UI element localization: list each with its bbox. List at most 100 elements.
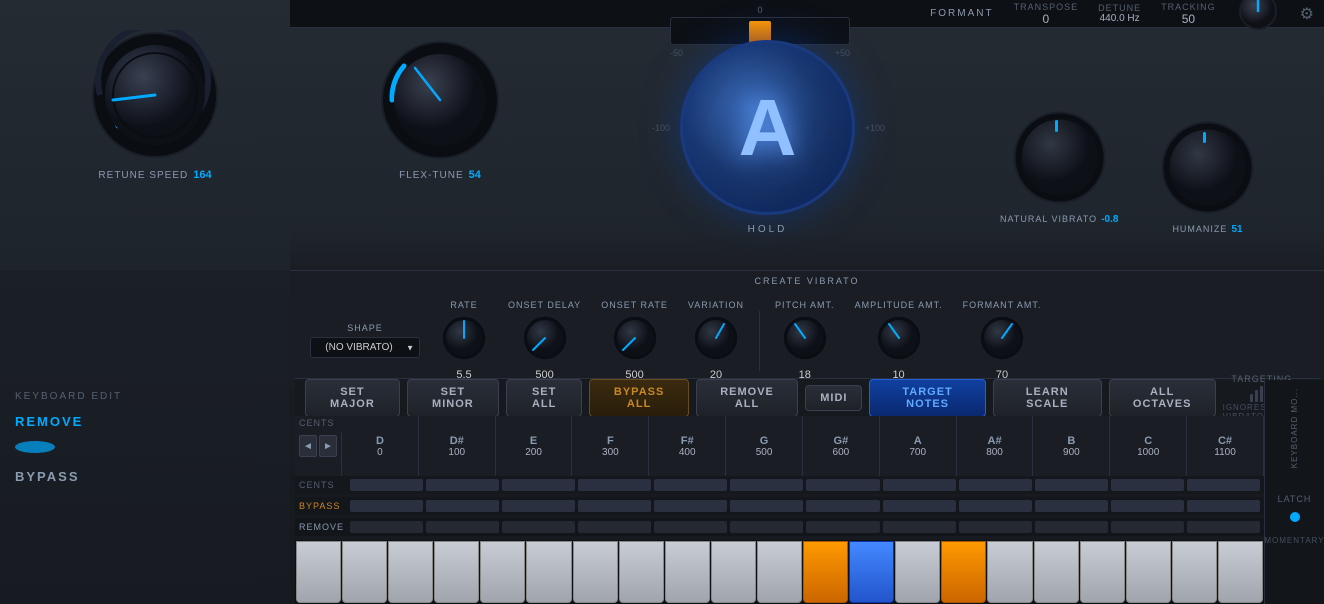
variation-knob[interactable]	[692, 314, 740, 367]
remove-cell-g[interactable]	[730, 521, 803, 533]
cents-slider-ds[interactable]	[426, 479, 499, 491]
set-major-button[interactable]: SET MAJOR	[305, 379, 400, 417]
pitch-scale-minus100: -100	[652, 123, 670, 133]
cents-slider-f[interactable]	[578, 479, 651, 491]
pitch-amt-section: PITCH AMT. 18	[765, 280, 845, 381]
all-octaves-button[interactable]: ALL OCTAVES	[1109, 379, 1216, 417]
bypass-cell-e[interactable]	[502, 500, 575, 512]
retune-speed-knob[interactable]	[90, 30, 220, 165]
remove-cell-f[interactable]	[578, 521, 651, 533]
rate-label: RATE	[450, 300, 477, 310]
white-key-g1[interactable]	[480, 541, 525, 603]
cents-slider-g[interactable]	[730, 479, 803, 491]
white-key-d1[interactable]	[342, 541, 387, 603]
pitch-meter-zero: 0	[757, 5, 762, 15]
pitch-amt-label: PITCH AMT.	[775, 300, 835, 310]
amplitude-amt-knob[interactable]	[875, 314, 923, 367]
bypass-button-left[interactable]: BYPASS	[15, 469, 275, 484]
remove-cell-c[interactable]	[1111, 521, 1184, 533]
bypass-all-button[interactable]: BYPASS ALL	[589, 379, 688, 417]
white-key-g2-orange[interactable]	[803, 541, 848, 603]
bypass-cell-fs[interactable]	[654, 500, 727, 512]
white-key-e1[interactable]	[388, 541, 433, 603]
onset-delay-label: ONSET DELAY	[508, 300, 581, 310]
shape-dropdown[interactable]: (NO VIBRATO) ▼	[310, 337, 420, 358]
nav-left-arrow[interactable]: ◄	[299, 435, 317, 457]
flex-tune-label: FLEX-TUNE	[399, 170, 464, 181]
learn-scale-button[interactable]: LEARN SCALE	[993, 379, 1102, 417]
note-d-cell: D 0	[341, 416, 418, 476]
pitch-knob-large[interactable]: A	[680, 40, 855, 215]
cents-slider-d[interactable]	[350, 479, 423, 491]
flex-tune-knob[interactable]	[380, 40, 500, 165]
bypass-cell-g[interactable]	[730, 500, 803, 512]
white-key-c1[interactable]	[296, 541, 341, 603]
bypass-cell-as[interactable]	[959, 500, 1032, 512]
white-key-f3[interactable]	[1080, 541, 1125, 603]
white-key-a1[interactable]	[526, 541, 571, 603]
white-key-b2[interactable]	[895, 541, 940, 603]
remove-cell-gs[interactable]	[806, 521, 879, 533]
tracking-knob[interactable]	[1236, 0, 1280, 38]
remove-all-button[interactable]: REMOVE ALL	[696, 379, 798, 417]
remove-cell-cs[interactable]	[1187, 521, 1260, 533]
cents-slider-gs[interactable]	[806, 479, 879, 491]
remove-cell-d[interactable]	[350, 521, 423, 533]
white-key-b1[interactable]	[573, 541, 618, 603]
rate-knob[interactable]	[440, 314, 488, 367]
main-container: KEYBOARD EDIT REMOVE BYPASS FORMANT TRAN…	[0, 0, 1324, 604]
remove-cell-a[interactable]	[883, 521, 956, 533]
cents-slider-as[interactable]	[959, 479, 1032, 491]
remove-cell-fs[interactable]	[654, 521, 727, 533]
onset-delay-knob[interactable]	[521, 314, 569, 367]
remove-row-label: REMOVE	[295, 522, 350, 532]
cents-slider-fs[interactable]	[654, 479, 727, 491]
piano-white-keys	[295, 540, 1264, 604]
bypass-cell-gs[interactable]	[806, 500, 879, 512]
set-minor-button[interactable]: SET MINOR	[407, 379, 499, 417]
settings-icon[interactable]: ⚙	[1300, 4, 1314, 24]
formant-amt-knob[interactable]	[978, 314, 1026, 367]
remove-button-left[interactable]: REMOVE	[15, 414, 275, 429]
set-all-button[interactable]: SET ALL	[506, 379, 582, 417]
white-key-a2-blue[interactable]	[849, 541, 894, 603]
bypass-cell-d[interactable]	[350, 500, 423, 512]
bypass-cell-ds[interactable]	[426, 500, 499, 512]
white-key-d3[interactable]	[987, 541, 1032, 603]
cents-slider-b[interactable]	[1035, 479, 1108, 491]
cents-sliders-row: CENTS	[295, 476, 1264, 494]
remove-cell-as[interactable]	[959, 521, 1032, 533]
bypass-cell-cs[interactable]	[1187, 500, 1260, 512]
cents-slider-e[interactable]	[502, 479, 575, 491]
white-key-f2[interactable]	[757, 541, 802, 603]
pitch-amt-knob[interactable]	[781, 314, 829, 367]
cents-slider-a[interactable]	[883, 479, 956, 491]
white-key-d2[interactable]	[665, 541, 710, 603]
white-key-b3[interactable]	[1218, 541, 1263, 603]
white-key-e3[interactable]	[1034, 541, 1079, 603]
natural-vibrato-knob[interactable]	[1012, 110, 1107, 210]
onset-rate-knob[interactable]	[611, 314, 659, 367]
tracking-value-top: 50	[1182, 12, 1195, 26]
white-key-c3-orange[interactable]	[941, 541, 986, 603]
bypass-row: BYPASS	[295, 497, 1264, 515]
cents-slider-c[interactable]	[1111, 479, 1184, 491]
white-key-c2[interactable]	[619, 541, 664, 603]
white-key-f1[interactable]	[434, 541, 479, 603]
white-key-g3[interactable]	[1126, 541, 1171, 603]
white-key-a3[interactable]	[1172, 541, 1217, 603]
target-notes-button[interactable]: TARGET NOTES	[869, 379, 985, 417]
white-key-e2[interactable]	[711, 541, 756, 603]
remove-cell-e[interactable]	[502, 521, 575, 533]
midi-button[interactable]: MIDI	[805, 385, 862, 411]
bypass-cell-a[interactable]	[883, 500, 956, 512]
remove-cell-b[interactable]	[1035, 521, 1108, 533]
bypass-cell-c[interactable]	[1111, 500, 1184, 512]
cents-slider-cs[interactable]	[1187, 479, 1260, 491]
humanize-knob[interactable]	[1160, 120, 1255, 220]
bypass-cell-b[interactable]	[1035, 500, 1108, 512]
note-dsharp-cell: D# 100	[418, 416, 495, 476]
remove-cell-ds[interactable]	[426, 521, 499, 533]
bypass-cell-f[interactable]	[578, 500, 651, 512]
nav-right-arrow[interactable]: ►	[319, 435, 337, 457]
